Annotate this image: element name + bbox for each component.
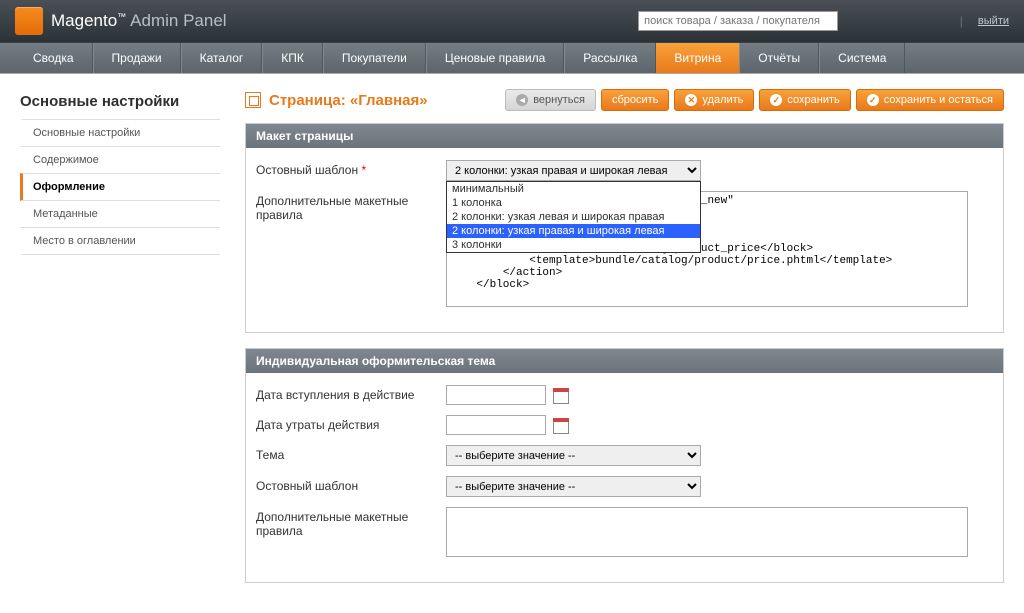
- section-custom-design: Индивидуальная оформительская тема Дата …: [245, 348, 1004, 583]
- template-option[interactable]: 2 колонки: узкая левая и широкая правая: [447, 210, 700, 224]
- delete-x-icon: ✕: [685, 94, 697, 106]
- save-continue-button[interactable]: ✓сохранить и остаться: [856, 89, 1004, 111]
- label-date-from: Дата вступления в действие: [256, 385, 446, 405]
- label-custom-layout-update: Дополнительные макетные правила: [256, 507, 446, 560]
- custom-layout-update-textarea[interactable]: [446, 507, 968, 557]
- back-button[interactable]: ◄вернуться: [505, 89, 596, 111]
- calendar-icon[interactable]: [553, 418, 569, 434]
- sidebar-item-general[interactable]: Основные настройки: [20, 119, 220, 147]
- section-head-layout: Макет страницы: [246, 124, 1003, 148]
- label-layout-update: Дополнительные макетные правила: [256, 191, 446, 310]
- magento-icon: [15, 7, 43, 35]
- nav-sales[interactable]: Продажи: [93, 43, 181, 73]
- action-buttons: ◄вернуться сбросить ✕удалить ✓сохранить …: [505, 89, 1004, 111]
- logo-text: Magento™Admin Panel: [51, 11, 227, 31]
- header-right: | выйти: [638, 11, 1009, 31]
- label-date-to: Дата утраты действия: [256, 415, 446, 435]
- sidebar-item-content[interactable]: Содержимое: [20, 146, 220, 174]
- separator: |: [960, 14, 963, 28]
- root-template-select[interactable]: 2 колонки: узкая правая и широкая левая: [446, 160, 701, 181]
- template-option[interactable]: 3 колонки: [447, 238, 700, 252]
- back-arrow-icon: ◄: [516, 94, 528, 106]
- save-button[interactable]: ✓сохранить: [759, 89, 850, 111]
- global-search-input[interactable]: [638, 11, 838, 31]
- check-icon: ✓: [770, 94, 782, 106]
- page-title: Страница: «Главная»: [269, 92, 428, 109]
- admin-header: Magento™Admin Panel | выйти: [0, 0, 1024, 42]
- nav-catalog[interactable]: Каталог: [181, 43, 263, 73]
- user-link[interactable]: [853, 15, 945, 27]
- check-icon: ✓: [867, 94, 879, 106]
- section-page-layout: Макет страницы Остовный шаблон * 2 колон…: [245, 123, 1004, 333]
- nav-reports[interactable]: Отчёты: [739, 43, 819, 73]
- reset-button[interactable]: сбросить: [601, 89, 669, 111]
- main-content: Страница: «Главная» ◄вернуться сбросить …: [245, 89, 1004, 598]
- page-header: Страница: «Главная» ◄вернуться сбросить …: [245, 89, 1004, 111]
- nav-customers[interactable]: Покупатели: [323, 43, 426, 73]
- nav-newsletter[interactable]: Рассылка: [564, 43, 656, 73]
- logout-link[interactable]: выйти: [978, 15, 1009, 27]
- top-nav: Сводка Продажи Каталог КПК Покупатели Це…: [0, 42, 1024, 74]
- custom-template-select[interactable]: -- выберите значение --: [446, 476, 701, 497]
- nav-pricing[interactable]: Ценовые правила: [426, 43, 564, 73]
- logo: Magento™Admin Panel: [15, 7, 227, 35]
- label-custom-template: Остовный шаблон: [256, 476, 446, 497]
- sidebar-title: Основные настройки: [20, 89, 220, 120]
- nav-summary[interactable]: Сводка: [15, 43, 93, 73]
- delete-button[interactable]: ✕удалить: [674, 89, 754, 111]
- nav-kpk[interactable]: КПК: [262, 43, 323, 73]
- calendar-icon[interactable]: [553, 388, 569, 404]
- sidebar-item-hierarchy[interactable]: Место в оглавлении: [20, 227, 220, 255]
- section-head-design: Индивидуальная оформительская тема: [246, 349, 1003, 373]
- theme-select[interactable]: -- выберите значение --: [446, 445, 701, 466]
- date-to-input[interactable]: [446, 415, 546, 435]
- label-theme: Тема: [256, 445, 446, 466]
- root-template-dropdown: минимальный 1 колонка 2 колонки: узкая л…: [446, 181, 701, 253]
- label-root-template: Остовный шаблон *: [256, 160, 446, 181]
- template-option[interactable]: 2 колонки: узкая правая и широкая левая: [447, 224, 700, 238]
- template-option[interactable]: 1 колонка: [447, 196, 700, 210]
- sidebar-item-design[interactable]: Оформление: [20, 173, 220, 201]
- date-from-input[interactable]: [446, 385, 546, 405]
- nav-cms[interactable]: Витрина: [656, 43, 739, 73]
- sidebar-item-meta[interactable]: Метаданные: [20, 200, 220, 228]
- template-option[interactable]: минимальный: [447, 182, 700, 196]
- page-icon: [245, 92, 261, 108]
- nav-system[interactable]: Система: [819, 43, 905, 73]
- sidebar: Основные настройки Основные настройки Со…: [20, 89, 220, 598]
